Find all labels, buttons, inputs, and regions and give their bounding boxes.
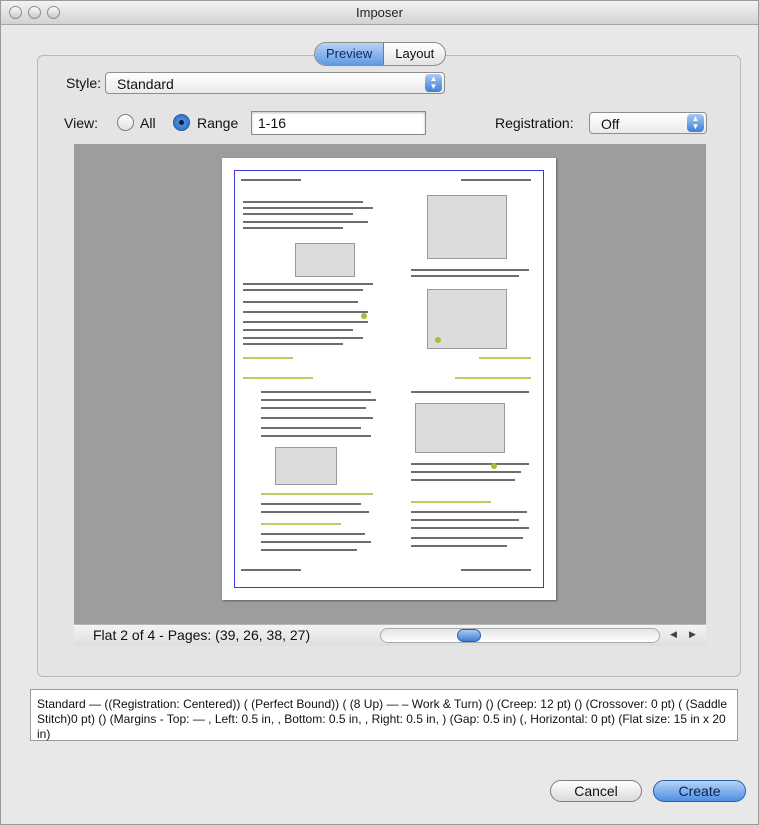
page-text	[243, 289, 363, 291]
page-text	[243, 311, 368, 313]
style-label: Style:	[66, 75, 102, 91]
page-marker	[361, 313, 367, 319]
style-select[interactable]: Standard ▲ ▼	[105, 72, 445, 94]
page-heading	[243, 357, 293, 359]
page-text	[243, 343, 343, 345]
page-heading	[479, 357, 531, 359]
page-marker	[435, 337, 441, 343]
page-text	[241, 179, 301, 181]
page-heading	[261, 523, 341, 525]
page-text	[411, 471, 521, 473]
tab-preview[interactable]: Preview	[315, 43, 385, 65]
create-button[interactable]: Create	[653, 780, 746, 802]
page-text	[411, 527, 529, 529]
view-all-label[interactable]: All	[140, 115, 156, 131]
window-title: Imposer	[356, 5, 403, 20]
flat-scroll-thumb[interactable]	[457, 629, 481, 642]
registration-label: Registration:	[495, 115, 574, 131]
page-text	[261, 549, 357, 551]
page-screenshot	[275, 447, 337, 485]
imposed-sheet-preview	[222, 158, 556, 600]
registration-select[interactable]: Off ▲ ▼	[589, 112, 707, 134]
page-heading	[411, 501, 491, 503]
page-text	[461, 569, 531, 571]
page-text	[461, 179, 531, 181]
page-text	[261, 427, 361, 429]
flat-status-bar: Flat 2 of 4 - Pages: (39, 26, 38, 27) ◀ …	[74, 624, 706, 646]
page-text	[243, 321, 368, 323]
page-text	[261, 533, 365, 535]
updown-chevron-icon: ▲ ▼	[687, 114, 704, 132]
page-text	[243, 283, 373, 285]
page-text	[411, 519, 519, 521]
view-range-label[interactable]: Range	[197, 115, 238, 131]
flat-scrollbar[interactable]	[380, 628, 660, 643]
page-text	[243, 337, 363, 339]
updown-chevron-icon: ▲ ▼	[425, 74, 442, 92]
page-text	[261, 407, 366, 409]
page-screenshot	[427, 195, 507, 259]
page-screenshot	[415, 403, 505, 453]
page-text	[411, 511, 527, 513]
view-label: View:	[64, 115, 98, 131]
page-text	[243, 301, 358, 303]
page-text	[243, 201, 363, 203]
page-text	[243, 329, 353, 331]
title-bar[interactable]: Imposer	[1, 1, 758, 25]
page-text	[243, 213, 353, 215]
page-text	[411, 269, 529, 271]
imposition-summary: Standard — ((Registration: Centered)) ( …	[30, 689, 738, 741]
page-text	[411, 537, 523, 539]
page-heading	[455, 377, 531, 379]
range-input[interactable]: 1-16	[251, 111, 426, 135]
view-range-radio[interactable]	[173, 114, 190, 131]
imposer-window: Imposer Preview Layout Style: Standard ▲…	[0, 0, 759, 825]
page-text	[411, 275, 519, 277]
cancel-button[interactable]: Cancel	[550, 780, 642, 802]
view-tabs: Preview Layout	[314, 42, 447, 66]
page-screenshot	[295, 243, 355, 277]
right-arrow-icon[interactable]: ▶	[689, 629, 696, 640]
tab-layout[interactable]: Layout	[384, 43, 445, 65]
page-text	[241, 569, 301, 571]
page-text	[411, 463, 529, 465]
page-text	[261, 417, 373, 419]
flat-preview-area[interactable]	[74, 144, 706, 624]
page-text	[261, 503, 361, 505]
page-text	[243, 227, 343, 229]
sheet-trim-frame	[234, 170, 544, 588]
page-text	[261, 435, 371, 437]
page-text	[411, 545, 507, 547]
page-text	[243, 221, 368, 223]
page-text	[261, 399, 376, 401]
page-text	[261, 493, 373, 495]
flat-status-text: Flat 2 of 4 - Pages: (39, 26, 38, 27)	[93, 627, 311, 643]
page-heading	[243, 377, 313, 379]
page-text	[261, 511, 369, 513]
page-text	[261, 541, 371, 543]
view-all-radio[interactable]	[117, 114, 134, 131]
page-marker	[491, 463, 497, 469]
page-text	[261, 391, 371, 393]
page-text	[411, 479, 515, 481]
page-text	[411, 391, 529, 393]
left-arrow-icon[interactable]: ◀	[670, 629, 677, 640]
page-text	[243, 207, 373, 209]
style-select-value: Standard	[117, 76, 174, 92]
registration-select-value: Off	[601, 116, 620, 132]
